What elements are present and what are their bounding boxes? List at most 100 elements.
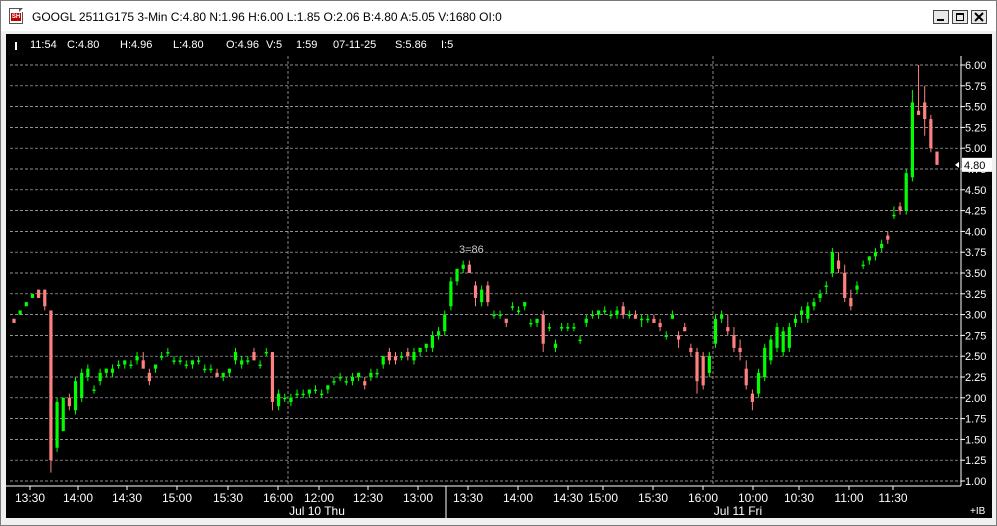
candle-body (553, 343, 558, 348)
x-tick-label: 11:00 (834, 491, 863, 505)
candle-body (510, 306, 515, 308)
candle-body (769, 339, 773, 361)
candle-body (240, 360, 244, 365)
candle-body (781, 331, 785, 353)
chart-area[interactable]: 6.005.755.505.255.004.754.504.254.003.75… (6, 34, 992, 518)
candle-body (18, 310, 22, 315)
info-time: 11:54 (30, 39, 57, 51)
candle-body (350, 377, 355, 382)
candle-body (720, 314, 724, 319)
peak-annotation: 3=86 (459, 244, 484, 256)
candle-body (873, 252, 878, 257)
candle-body (473, 285, 478, 298)
candle-body (197, 360, 201, 362)
candle-body (326, 385, 330, 390)
candle-body (153, 364, 158, 369)
candle-body (117, 364, 121, 367)
info-date: 07-11-25 (333, 39, 377, 51)
candle-body (603, 310, 607, 312)
candle-body (332, 381, 336, 383)
candle-body (289, 397, 293, 402)
minimize-icon[interactable] (933, 10, 949, 24)
candle-body (880, 243, 884, 249)
candle-body (935, 151, 939, 165)
candle-body (529, 322, 533, 325)
x-tick-label: 15:00 (162, 491, 192, 505)
y-tick-label: 4.50 (965, 185, 986, 197)
expand-handle[interactable] (15, 42, 17, 50)
x-tick-label: 11:30 (878, 491, 907, 505)
x-tick-label: 14:30 (112, 491, 142, 505)
candle-body (412, 352, 416, 361)
price-chart[interactable]: 6.005.755.505.255.004.754.504.254.003.75… (6, 34, 992, 518)
candle-body (61, 397, 65, 432)
candle-body (861, 264, 865, 267)
y-tick-label: 3.25 (965, 289, 986, 301)
candle-body (270, 352, 275, 402)
bar-info-strip: 11:54 C:4.80 H:4.96 L:4.80 O:4.96 V:5 1:… (6, 34, 992, 56)
candle-body (578, 339, 582, 342)
candle-body (929, 119, 933, 149)
candle-body (836, 260, 841, 269)
x-tick-label: 15:00 (588, 491, 618, 505)
y-tick-label: 2.50 (965, 351, 986, 363)
candle-body (73, 381, 78, 411)
x-tick-label: 12:30 (353, 491, 383, 505)
close-icon[interactable] (971, 10, 987, 24)
candle-body (129, 364, 133, 367)
candle-body (738, 347, 742, 353)
candle-body (676, 335, 681, 340)
candle-body (406, 352, 410, 357)
candle-body (258, 364, 262, 367)
chart-app-icon[interactable]: SH (9, 8, 23, 24)
x-tick-label: 10:00 (738, 491, 768, 505)
candle-body (584, 318, 588, 323)
candle-body (430, 335, 435, 348)
candle-body (535, 318, 539, 323)
candle-body (498, 314, 502, 317)
candle-body (849, 297, 853, 307)
candle-body (418, 347, 422, 353)
candle-body (830, 252, 834, 273)
candle-body (227, 368, 231, 373)
x-tick-label: 13:30 (15, 491, 45, 505)
candle-body (172, 360, 176, 362)
candle-body (455, 268, 459, 282)
candle-body (160, 356, 164, 358)
candle-body (560, 327, 564, 329)
candle-body (892, 214, 896, 217)
candle-body (135, 356, 139, 361)
x-tick-label: 12:00 (304, 491, 334, 505)
candle-body (486, 285, 490, 303)
candle-body (633, 314, 638, 319)
candle-body (147, 372, 151, 382)
candle-body (252, 352, 256, 361)
candle-body (49, 310, 53, 461)
candle-body (886, 235, 890, 240)
candle-body (713, 318, 718, 344)
window-title: GOOGL 2511G175 3-Min C:4.80 N:1.96 H:6.0… (32, 10, 502, 24)
candle-body (621, 306, 625, 315)
candle-body (264, 352, 268, 354)
candle-body (313, 389, 318, 391)
candle-body (627, 314, 631, 317)
candle-body (344, 381, 348, 383)
y-tick-label: 4.25 (965, 206, 986, 218)
candle-body (541, 314, 545, 344)
y-tick-label: 3.50 (965, 268, 986, 280)
candle-body (867, 256, 871, 261)
x-axis-band (6, 486, 961, 518)
title-bar[interactable]: SH GOOGL 2511G175 3-Min C:4.80 N:1.96 H:… (1, 1, 996, 31)
candle-body (356, 372, 361, 377)
candle-body (461, 264, 465, 269)
y-tick-label: 1.25 (965, 455, 986, 467)
candle-body (707, 356, 711, 373)
info-high: H:4.96 (120, 39, 153, 51)
y-tick-label: 2.25 (965, 372, 986, 384)
maximize-icon[interactable] (952, 10, 968, 24)
candle-body (492, 314, 496, 317)
y-tick-label: 3.75 (965, 247, 986, 259)
candle-body (123, 360, 127, 365)
day-label: Jul 10 Thu (289, 504, 345, 518)
info-duration: 1:59 (296, 39, 318, 51)
